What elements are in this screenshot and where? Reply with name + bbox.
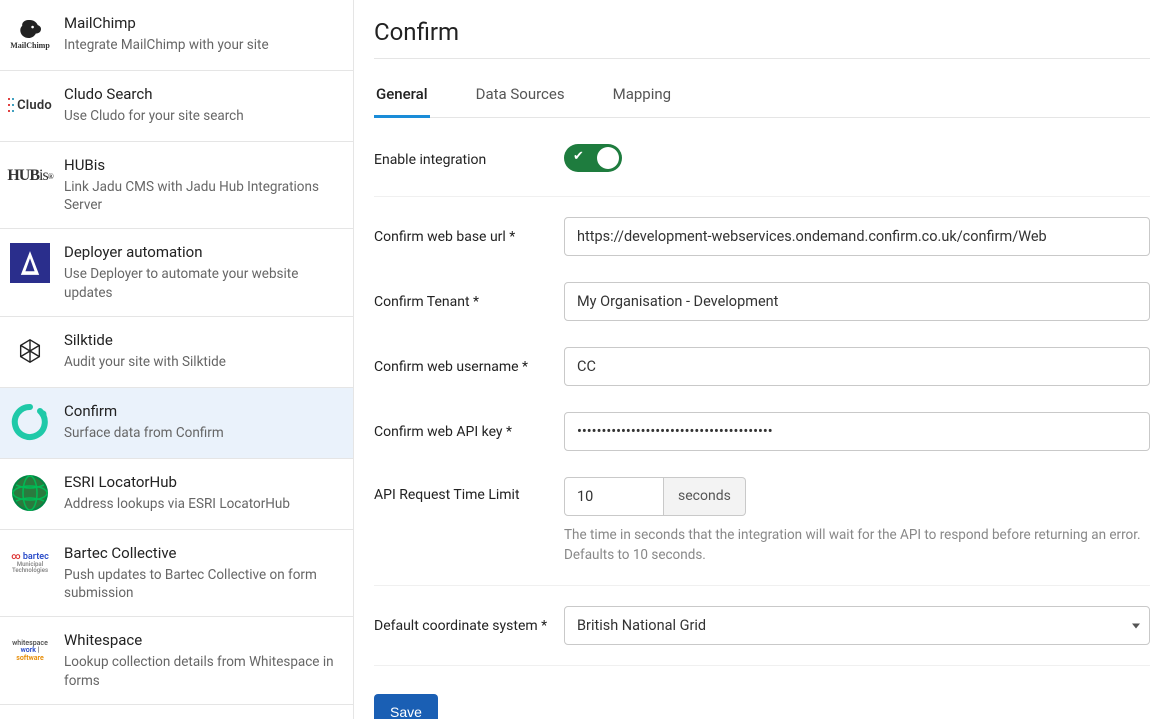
username-input[interactable] — [564, 347, 1150, 386]
settings-form: Enable integration ✔ Confirm web base ur… — [374, 124, 1150, 719]
sidebar-item-first-capital[interactable]: FirstCapital )) First Capital Cashflow U… — [0, 705, 353, 719]
sidebar-item-desc: Lookup collection details from Whitespac… — [64, 653, 339, 689]
coord-label: Default coordinate system — [374, 618, 564, 634]
sidebar-item-desc: Use Deployer to automate your website up… — [64, 265, 339, 301]
confirm-icon — [8, 400, 52, 444]
base-url-input[interactable] — [564, 217, 1150, 256]
tenant-input[interactable] — [564, 282, 1150, 321]
row-time-limit: API Request Time Limit seconds The time … — [374, 457, 1150, 586]
row-tenant: Confirm Tenant — [374, 262, 1150, 327]
api-key-input[interactable] — [564, 412, 1150, 451]
sidebar-item-confirm[interactable]: Confirm Surface data from Confirm — [0, 388, 353, 459]
silktide-icon — [8, 329, 52, 373]
time-limit-label: API Request Time Limit — [374, 477, 564, 503]
row-username: Confirm web username — [374, 327, 1150, 392]
main-panel: Confirm General Data Sources Mapping Ena… — [354, 0, 1164, 719]
row-enable-integration: Enable integration ✔ — [374, 124, 1150, 197]
sidebar-item-desc: Use Cludo for your site search — [64, 107, 339, 125]
sidebar-item-whitespace[interactable]: whitespacework | software Whitespace Loo… — [0, 617, 353, 704]
row-api-key: Confirm web API key — [374, 392, 1150, 457]
enable-integration-label: Enable integration — [374, 152, 564, 168]
sidebar-item-label: MailChimp — [64, 14, 339, 32]
row-base-url: Confirm web base url — [374, 197, 1150, 262]
toggle-knob — [597, 147, 619, 169]
base-url-label: Confirm web base url — [374, 229, 564, 245]
sidebar-item-desc: Audit your site with Silktide — [64, 353, 339, 371]
whitespace-icon: whitespacework | software — [8, 629, 52, 673]
sidebar-item-desc: Link Jadu CMS with Jadu Hub Integrations… — [64, 178, 339, 214]
tab-data-sources[interactable]: Data Sources — [474, 75, 567, 118]
save-button[interactable]: Save — [374, 694, 438, 719]
tab-mapping[interactable]: Mapping — [611, 75, 673, 118]
page-title: Confirm — [374, 18, 1150, 46]
sidebar-item-cludo[interactable]: Cludo Cludo Search Use Cludo for your si… — [0, 71, 353, 142]
sidebar-item-bartec[interactable]: ∞ bartecMunicipalTechnologies Bartec Col… — [0, 530, 353, 617]
api-key-label: Confirm web API key — [374, 424, 564, 440]
bartec-icon: ∞ bartecMunicipalTechnologies — [8, 542, 52, 586]
time-limit-unit: seconds — [664, 477, 746, 516]
sidebar-item-label: Bartec Collective — [64, 544, 339, 562]
time-limit-input[interactable] — [564, 477, 664, 516]
enable-integration-toggle[interactable]: ✔ — [564, 144, 622, 172]
cludo-icon: Cludo — [8, 83, 52, 127]
row-coordinate-system: Default coordinate system British Nation… — [374, 586, 1150, 666]
divider — [374, 58, 1150, 59]
time-limit-help: The time in seconds that the integration… — [564, 526, 1150, 565]
sidebar-item-label: Silktide — [64, 331, 339, 349]
sidebar-item-label: HUBis — [64, 156, 339, 174]
hubis-icon: HUBis® — [8, 154, 52, 198]
sidebar-item-desc: Address lookups via ESRI LocatorHub — [64, 495, 339, 513]
sidebar-item-label: Deployer automation — [64, 243, 339, 261]
deployer-icon — [8, 241, 52, 285]
mailchimp-icon: MailChimp — [8, 12, 52, 56]
sidebar-item-deployer[interactable]: Deployer automation Use Deployer to auto… — [0, 229, 353, 316]
sidebar-item-mailchimp[interactable]: MailChimp MailChimp Integrate MailChimp … — [0, 0, 353, 71]
sidebar-item-esri[interactable]: ESRI LocatorHub Address lookups via ESRI… — [0, 459, 353, 530]
sidebar-item-hubis[interactable]: HUBis® HUBis Link Jadu CMS with Jadu Hub… — [0, 142, 353, 229]
integrations-sidebar: MailChimp MailChimp Integrate MailChimp … — [0, 0, 354, 719]
sidebar-item-label: ESRI LocatorHub — [64, 473, 339, 491]
sidebar-item-label: Whitespace — [64, 631, 339, 649]
sidebar-item-desc: Surface data from Confirm — [64, 424, 339, 442]
sidebar-item-desc: Push updates to Bartec Collective on for… — [64, 566, 339, 602]
sidebar-item-label: Confirm — [64, 402, 339, 420]
check-icon: ✔ — [573, 149, 584, 164]
sidebar-item-desc: Integrate MailChimp with your site — [64, 36, 339, 54]
sidebar-item-silktide[interactable]: Silktide Audit your site with Silktide — [0, 317, 353, 388]
tab-general[interactable]: General — [374, 75, 430, 118]
tenant-label: Confirm Tenant — [374, 294, 564, 310]
sidebar-item-label: Cludo Search — [64, 85, 339, 103]
username-label: Confirm web username — [374, 359, 564, 375]
esri-icon — [8, 471, 52, 515]
tab-bar: General Data Sources Mapping — [374, 75, 1150, 118]
coord-select[interactable]: British National Grid — [564, 606, 1150, 645]
